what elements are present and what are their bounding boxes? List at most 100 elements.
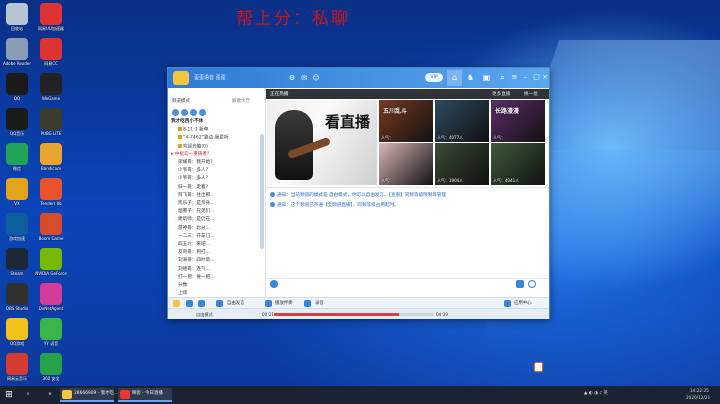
channel-item[interactable]: 8 11:1 新帝 (178, 127, 208, 134)
desktop-icon[interactable]: OBS Studio (0, 280, 34, 311)
hand-icon[interactable] (216, 300, 223, 307)
record-button[interactable]: 录音 (315, 300, 324, 306)
channel-tool-icon[interactable] (172, 109, 179, 116)
channel-item[interactable]: 旧一哥：走着? (178, 185, 208, 191)
desktop-icon[interactable]: VX (0, 175, 34, 206)
yy-voice-window[interactable]: 歪歪语音 歪歪 ⚙ ✉ ☺ VIP ⌂ ♞ ▣ ⌕ ≡ – □ × 频道模式 解… (167, 67, 550, 372)
maximize-icon[interactable]: □ (532, 71, 541, 83)
desktop-icon[interactable]: Tenderr Vo (34, 175, 68, 206)
featured-stream-thumbnail[interactable]: 看直播 (267, 100, 377, 185)
desktop-icon[interactable]: 游戏加速 (0, 210, 34, 241)
channel-item[interactable]: 荣耀哥：我开始? (178, 160, 213, 166)
minimize-icon[interactable]: – (521, 71, 530, 83)
channel-item[interactable]: ▸ 中枢岛—重铸者? (171, 152, 209, 158)
record-icon[interactable] (304, 300, 311, 307)
home-icon[interactable]: ⌂ (447, 70, 462, 86)
stream-thumbnail[interactable]: 人气： (379, 143, 433, 185)
channel-item[interactable]: “4-7462”路边 我爱听 (178, 135, 228, 142)
edge-browser-icon[interactable]: e (44, 386, 56, 404)
channel-item[interactable]: 打一把：要一把... (178, 275, 215, 281)
avatar-icon[interactable] (173, 300, 180, 307)
stream-thumbnail[interactable]: 人气：4077人 (435, 100, 489, 142)
desktop-icon[interactable]: DxNetAgent (34, 280, 68, 311)
dismiss-hall-link[interactable]: 解散大厅 (232, 98, 250, 104)
channel-item[interactable]: 凯乐子：是亲身... (178, 201, 215, 207)
app-center-button[interactable]: 应用中心 (514, 300, 532, 306)
app-center-icon[interactable] (504, 300, 511, 307)
desktop-icon[interactable]: 360 安全 (34, 350, 68, 381)
desktop-icon[interactable]: QQ音乐 (0, 105, 34, 136)
free-talk-button[interactable]: 自由发言 (227, 300, 245, 306)
channel-tool-icon[interactable] (190, 109, 197, 116)
desktop-icon[interactable]: 网易云音乐 (0, 350, 34, 381)
channel-item[interactable]: 友哥哥：到打... (178, 250, 210, 256)
search-icon[interactable]: ⌕ (495, 70, 510, 86)
taskbar-app-button[interactable]: 映客 - 今日直播 (118, 388, 172, 402)
desktop-icon[interactable]: Adobe Reader (0, 35, 34, 66)
start-button[interactable]: ⊞ (0, 386, 18, 404)
channel-item[interactable]: 四五六：来吧... (178, 242, 210, 248)
desktop-icon[interactable]: YY 语音 (34, 315, 68, 346)
taskbar-app-icon (62, 390, 72, 399)
desktop-icon[interactable]: QQ (0, 70, 34, 101)
close-icon[interactable]: × (541, 71, 549, 83)
desktop-icon[interactable]: QQ游戏 (0, 315, 34, 346)
channel-scrollbar[interactable] (260, 134, 264, 249)
refresh-streams-link[interactable]: 换一批 (524, 91, 538, 97)
stream-thumbnail[interactable]: 人气：4041人 (491, 143, 545, 185)
emoji-icon[interactable] (270, 280, 278, 288)
channel-item[interactable]: 烟熏子：兄弟们... (178, 209, 215, 215)
speaker-icon[interactable] (198, 300, 205, 307)
desktop-icon[interactable]: Bandicam (34, 140, 68, 171)
channel-item[interactable]: 一二三：开车门... (178, 234, 215, 240)
mic-icon[interactable] (186, 300, 193, 307)
channel-item[interactable]: 少爷哥：多人？ (178, 168, 210, 174)
mail-icon[interactable]: ✉ (300, 74, 308, 82)
channel-item[interactable]: 少爷哥：多人？ (178, 176, 210, 182)
desktop-icon[interactable]: Boom Game (34, 210, 68, 241)
desktop-icon[interactable]: WeGame (34, 70, 68, 101)
playback-progress[interactable] (274, 313, 434, 316)
desktop-icon[interactable]: 网易CC (34, 35, 68, 66)
stream-thumbnail[interactable]: 长路漫漫 人气： (491, 100, 545, 142)
clock-time[interactable]: 14:22:25 (690, 388, 709, 393)
settings-icon[interactable]: ⚙ (288, 74, 296, 82)
desktop-icon[interactable]: NVIDIA GeForce (34, 245, 68, 276)
channel-item[interactable]: 阿飞哥：往出那... (178, 193, 215, 199)
stream-thumbnail[interactable]: 人气：1904人 (435, 143, 489, 185)
search-icon[interactable]: ⌕ (22, 386, 34, 404)
send-button[interactable] (528, 280, 536, 288)
desktop-icon[interactable]: PUBG LITE (34, 105, 68, 136)
channel-item[interactable]: 我才吃西小不休 (171, 119, 203, 125)
stream-thumbnail[interactable]: 五川乱斗 人气： (379, 100, 433, 142)
desktop-icon[interactable]: 网易UU加速器 (34, 0, 68, 31)
chat-input-toolbar[interactable] (266, 278, 549, 288)
more-streams-link[interactable]: 更多直播 (492, 91, 510, 97)
channel-tool-icon[interactable] (199, 109, 206, 116)
channel-item[interactable]: 建筑师：是仍在... (178, 217, 215, 223)
channel-tool-icon[interactable] (181, 109, 188, 116)
clock-date[interactable]: 2020/12/21 (686, 395, 710, 400)
friends-icon[interactable]: ☺ (312, 74, 320, 82)
play-accompaniment-button[interactable]: 播放伴奏 (275, 300, 293, 306)
desktop-icon[interactable]: 回收站 (0, 0, 34, 31)
taskbar-app-button[interactable]: 28666909 - 我才吃... (60, 388, 118, 402)
channel-item[interactable]: 分数 (178, 283, 187, 289)
desktop-icon[interactable]: Steam (0, 245, 34, 276)
gift-icon[interactable] (534, 362, 543, 372)
channel-item[interactable]: 刘海哥：四叶草... (178, 258, 215, 264)
vip-badge[interactable]: VIP (425, 73, 443, 82)
game-icon[interactable]: ♞ (463, 70, 478, 86)
live-icon[interactable]: ▣ (479, 70, 494, 86)
tray-icons[interactable]: ▲ ◐ ◑ ♪ 英 (584, 390, 608, 396)
titlebar[interactable]: 歪歪语音 歪歪 ⚙ ✉ ☺ VIP ⌂ ♞ ▣ ⌕ ≡ – □ × (168, 68, 549, 88)
desktop-icon-label: OBS Studio (5, 306, 29, 311)
channel-item[interactable]: 欢迎光临(0) (178, 144, 208, 151)
music-icon[interactable] (265, 300, 272, 307)
channel-item[interactable]: 刘德哥：连气... (178, 267, 210, 273)
menu-icon[interactable]: ≡ (510, 71, 519, 83)
chat-area: 通知：当前频道的模式是 自由模式，你可以自由发言。【查看】同频等级限制等管理 通… (266, 187, 549, 372)
channel-item[interactable]: 游神哥：比分... (178, 226, 210, 232)
enter-icon[interactable] (516, 280, 524, 288)
desktop-icon[interactable]: 微信 (0, 140, 34, 171)
